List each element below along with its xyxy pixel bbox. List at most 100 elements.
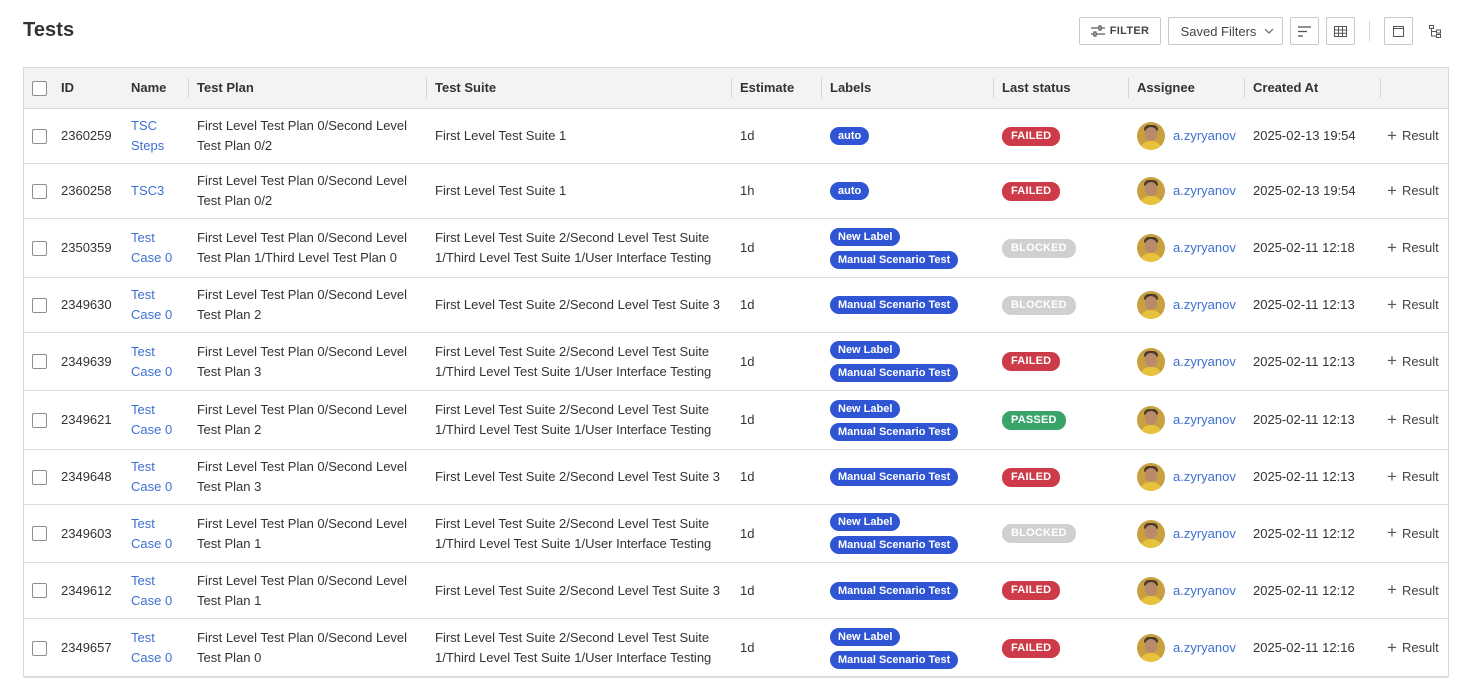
- table-row[interactable]: 2349621 Test Case 0 First Level Test Pla…: [24, 391, 1448, 450]
- column-header-test-suite[interactable]: Test Suite: [435, 68, 496, 108]
- table-row[interactable]: 2349630 Test Case 0 First Level Test Pla…: [24, 278, 1448, 333]
- select-all-checkbox[interactable]: [32, 81, 47, 96]
- column-header-estimate[interactable]: Estimate: [740, 68, 794, 108]
- test-name-link[interactable]: TSC3: [131, 164, 181, 218]
- add-result-button[interactable]: + Result: [1387, 505, 1447, 562]
- columns-button[interactable]: [1326, 17, 1355, 45]
- column-header-labels[interactable]: Labels: [830, 68, 871, 108]
- column-separator[interactable]: [1128, 78, 1129, 98]
- assignee-link[interactable]: a.zyryanov: [1173, 238, 1236, 258]
- add-result-button[interactable]: + Result: [1387, 109, 1447, 163]
- column-header-id[interactable]: ID: [61, 68, 74, 108]
- assignee-cell: a.zyryanov: [1137, 333, 1247, 390]
- test-name-link[interactable]: Test Case 0: [131, 505, 181, 562]
- label-badge[interactable]: New Label: [830, 341, 901, 359]
- row-checkbox[interactable]: [32, 241, 47, 256]
- test-name-link[interactable]: Test Case 0: [131, 219, 181, 277]
- filter-button[interactable]: FILTER: [1079, 17, 1161, 45]
- status-cell: FAILED: [1002, 109, 1122, 163]
- test-name-link[interactable]: Test Case 0: [131, 619, 181, 677]
- column-header-created-at[interactable]: Created At: [1253, 68, 1318, 108]
- assignee-link[interactable]: a.zyryanov: [1173, 352, 1236, 372]
- assignee-link[interactable]: a.zyryanov: [1173, 295, 1236, 315]
- test-name-link[interactable]: Test Case 0: [131, 563, 181, 618]
- label-badge[interactable]: New Label: [830, 627, 901, 646]
- add-result-button[interactable]: + Result: [1387, 563, 1447, 618]
- label-badge[interactable]: auto: [830, 182, 870, 200]
- table-row[interactable]: 2349648 Test Case 0 First Level Test Pla…: [24, 450, 1448, 505]
- panel-button[interactable]: [1384, 17, 1413, 45]
- test-name-link[interactable]: TSC Steps: [131, 109, 181, 163]
- label-badge[interactable]: Manual Scenario Test: [830, 468, 959, 486]
- label-badge[interactable]: New Label: [830, 399, 901, 418]
- row-checkbox[interactable]: [32, 470, 47, 485]
- add-result-button[interactable]: + Result: [1387, 619, 1447, 677]
- column-separator[interactable]: [188, 78, 189, 98]
- created-at: 2025-02-11 12:13: [1253, 297, 1355, 312]
- column-header-test-plan[interactable]: Test Plan: [197, 68, 254, 108]
- add-result-button[interactable]: + Result: [1387, 450, 1447, 504]
- row-checkbox[interactable]: [32, 354, 47, 369]
- row-checkbox[interactable]: [32, 184, 47, 199]
- column-header-assignee[interactable]: Assignee: [1137, 68, 1195, 108]
- assignee-link[interactable]: a.zyryanov: [1173, 410, 1236, 430]
- test-name-link[interactable]: Test Case 0: [131, 391, 181, 449]
- status-cell: BLOCKED: [1002, 278, 1122, 332]
- add-result-button[interactable]: + Result: [1387, 278, 1447, 332]
- test-name-link[interactable]: Test Case 0: [131, 333, 181, 390]
- label-badge[interactable]: Manual Scenario Test: [830, 581, 959, 600]
- table-row[interactable]: 2350359 Test Case 0 First Level Test Pla…: [24, 219, 1448, 278]
- column-separator[interactable]: [1380, 78, 1381, 98]
- label-badge[interactable]: Manual Scenario Test: [830, 422, 959, 441]
- add-result-button[interactable]: + Result: [1387, 164, 1447, 218]
- label-badge[interactable]: Manual Scenario Test: [830, 364, 959, 382]
- add-result-button[interactable]: + Result: [1387, 219, 1447, 277]
- column-header-last-status[interactable]: Last status: [1002, 68, 1071, 108]
- row-checkbox[interactable]: [32, 583, 47, 598]
- add-result-button[interactable]: + Result: [1387, 391, 1447, 449]
- table-row[interactable]: 2349639 Test Case 0 First Level Test Pla…: [24, 333, 1448, 391]
- tree-view-button[interactable]: [1421, 17, 1449, 45]
- assignee-link[interactable]: a.zyryanov: [1173, 638, 1236, 658]
- row-checkbox[interactable]: [32, 298, 47, 313]
- assignee-link[interactable]: a.zyryanov: [1173, 581, 1236, 601]
- test-name-link[interactable]: Test Case 0: [131, 450, 181, 504]
- label-badge[interactable]: auto: [830, 127, 870, 145]
- label-badge[interactable]: Manual Scenario Test: [830, 296, 959, 314]
- column-separator[interactable]: [821, 78, 822, 98]
- label-badge[interactable]: New Label: [830, 227, 901, 246]
- label-badge[interactable]: Manual Scenario Test: [830, 536, 959, 554]
- label-badge[interactable]: Manual Scenario Test: [830, 650, 959, 669]
- assignee-link[interactable]: a.zyryanov: [1173, 467, 1236, 487]
- table-row[interactable]: 2360258 TSC3 First Level Test Plan 0/Sec…: [24, 164, 1448, 219]
- label-badge[interactable]: Manual Scenario Test: [830, 250, 959, 269]
- assignee-link[interactable]: a.zyryanov: [1173, 524, 1236, 544]
- assignee-cell: a.zyryanov: [1137, 164, 1247, 218]
- estimate: 1d: [740, 582, 755, 598]
- chevron-down-icon: [1264, 28, 1274, 34]
- table-row[interactable]: 2349657 Test Case 0 First Level Test Pla…: [24, 619, 1448, 678]
- test-name-link[interactable]: Test Case 0: [131, 278, 181, 332]
- assignee-link[interactable]: a.zyryanov: [1173, 126, 1236, 146]
- label-badge[interactable]: New Label: [830, 513, 901, 531]
- sort-button[interactable]: [1290, 17, 1319, 45]
- plus-icon: +: [1387, 523, 1397, 542]
- column-separator[interactable]: [993, 78, 994, 98]
- table-row[interactable]: 2349603 Test Case 0 First Level Test Pla…: [24, 505, 1448, 563]
- status-badge: PASSED: [1002, 410, 1066, 430]
- saved-filters-select[interactable]: Saved Filters: [1168, 17, 1283, 45]
- table-row[interactable]: 2349612 Test Case 0 First Level Test Pla…: [24, 563, 1448, 619]
- row-checkbox[interactable]: [32, 413, 47, 428]
- assignee-cell: a.zyryanov: [1137, 563, 1247, 618]
- table-row[interactable]: 2360259 TSC Steps First Level Test Plan …: [24, 109, 1448, 164]
- column-header-name[interactable]: Name: [131, 68, 166, 108]
- row-checkbox[interactable]: [32, 641, 47, 656]
- labels-cell: Manual Scenario Test: [830, 278, 990, 332]
- column-separator[interactable]: [731, 78, 732, 98]
- row-checkbox[interactable]: [32, 526, 47, 541]
- column-separator[interactable]: [1244, 78, 1245, 98]
- column-separator[interactable]: [426, 78, 427, 98]
- row-checkbox[interactable]: [32, 129, 47, 144]
- add-result-button[interactable]: + Result: [1387, 333, 1447, 390]
- assignee-link[interactable]: a.zyryanov: [1173, 181, 1236, 201]
